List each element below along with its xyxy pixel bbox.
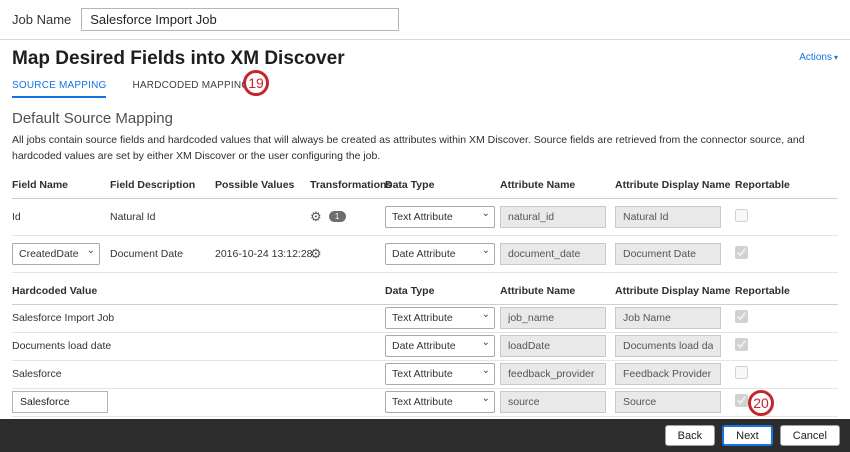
reportable-checkbox	[735, 246, 748, 259]
data-type-select-wrap: Text Attribute	[385, 391, 495, 413]
transformations-gear-icon[interactable]: ⚙	[310, 246, 322, 261]
field-name-select[interactable]: CreatedDate	[12, 243, 100, 265]
col-header-transformations: Transformations	[310, 179, 385, 191]
source-table-header-row: Field Name Field Description Possible Va…	[12, 173, 838, 199]
hardcoded-value-text: Salesforce	[12, 368, 385, 380]
tab-hardcoded-mapping[interactable]: HARDCODED MAPPING	[132, 80, 249, 98]
reportable-checkbox	[735, 394, 748, 407]
job-name-input[interactable]	[81, 8, 399, 31]
attribute-display-name-input	[615, 335, 721, 357]
col-header-data-type: Data Type	[385, 179, 500, 191]
col-header-attribute-name: Attribute Name	[500, 285, 615, 297]
attribute-display-name-input	[615, 307, 721, 329]
col-header-attribute-display-name: Attribute Display Name	[615, 285, 735, 297]
attribute-display-name-input	[615, 391, 721, 413]
transformations-gear-icon[interactable]: ⚙	[310, 209, 322, 224]
reportable-checkbox	[735, 310, 748, 323]
data-type-select[interactable]: Text Attribute	[385, 363, 495, 385]
col-header-field-description: Field Description	[110, 179, 215, 191]
hardcoded-value-text: Documents load date	[12, 340, 385, 352]
attribute-name-input	[500, 391, 606, 413]
job-name-bar: Job Name	[0, 0, 850, 40]
transformations-count-badge: 1	[329, 211, 346, 222]
attribute-name-input	[500, 243, 606, 265]
section-description: All jobs contain source fields and hardc…	[12, 133, 838, 165]
reportable-checkbox	[735, 338, 748, 351]
footer-bar: Back Next Cancel	[0, 419, 850, 452]
actions-label: Actions	[799, 52, 832, 63]
attribute-display-name-input	[615, 243, 721, 265]
source-table-row: CreatedDate Document Date 2016-10-24 13:…	[12, 236, 838, 273]
annotation-step-19: 19	[243, 70, 269, 96]
attribute-display-name-input	[615, 206, 721, 228]
data-type-select[interactable]: Text Attribute	[385, 391, 495, 413]
field-description-text: Document Date	[110, 248, 215, 260]
data-type-select-wrap: Text Attribute	[385, 307, 495, 329]
hardcoded-table-row: Text Attribute	[12, 389, 838, 417]
col-header-reportable: Reportable	[735, 179, 838, 191]
cancel-button[interactable]: Cancel	[780, 425, 840, 446]
data-type-select[interactable]: Date Attribute	[385, 335, 495, 357]
col-header-attribute-name: Attribute Name	[500, 179, 615, 191]
hardcoded-value-text: Salesforce Import Job	[12, 312, 385, 324]
reportable-checkbox	[735, 366, 748, 379]
hardcoded-table-header-row: Hardcoded Value Data Type Attribute Name…	[12, 279, 838, 305]
job-name-label: Job Name	[12, 12, 71, 27]
mapping-tabs: SOURCE MAPPING HARDCODED MAPPING	[12, 80, 838, 98]
hardcoded-table-row: Salesforce Text Attribute	[12, 361, 838, 389]
col-header-hardcoded-value: Hardcoded Value	[12, 285, 385, 297]
possible-values-text: 2016-10-24 13:12:28	[215, 248, 310, 260]
attribute-name-input	[500, 307, 606, 329]
caret-down-icon: ▾	[834, 53, 838, 62]
source-mapping-table: Field Name Field Description Possible Va…	[12, 173, 838, 273]
reportable-checkbox	[735, 209, 748, 222]
annotation-step-20: 20	[748, 390, 774, 416]
attribute-name-input	[500, 363, 606, 385]
data-type-select-wrap: Text Attribute	[385, 206, 495, 228]
tab-source-mapping[interactable]: SOURCE MAPPING	[12, 80, 106, 98]
hardcoded-value-input[interactable]	[12, 391, 108, 413]
next-button[interactable]: Next	[722, 425, 773, 446]
attribute-name-input	[500, 206, 606, 228]
attribute-name-input	[500, 335, 606, 357]
section-title: Default Source Mapping	[12, 110, 838, 127]
col-header-reportable: Reportable	[735, 285, 838, 297]
col-header-possible-values: Possible Values	[215, 179, 310, 191]
col-header-field-name: Field Name	[12, 179, 110, 191]
data-type-select[interactable]: Text Attribute	[385, 307, 495, 329]
back-button[interactable]: Back	[665, 425, 715, 446]
field-name-select-wrap: CreatedDate	[12, 243, 100, 265]
actions-menu[interactable]: Actions▾	[799, 52, 838, 63]
hardcoded-table-row: Salesforce Import Job Text Attribute	[12, 305, 838, 333]
attribute-display-name-input	[615, 363, 721, 385]
field-name-text: Id	[12, 211, 110, 223]
source-table-row: Id Natural Id ⚙ 1 Text Attribute	[12, 199, 838, 236]
data-type-select-wrap: Date Attribute	[385, 243, 495, 265]
data-type-select[interactable]: Text Attribute	[385, 206, 495, 228]
col-header-data-type: Data Type	[385, 285, 500, 297]
page-title: Map Desired Fields into XM Discover	[12, 48, 345, 70]
data-type-select-wrap: Date Attribute	[385, 335, 495, 357]
hardcoded-table-row: Documents load date Date Attribute	[12, 333, 838, 361]
field-description-text: Natural Id	[110, 211, 215, 223]
data-type-select[interactable]: Date Attribute	[385, 243, 495, 265]
main-content: Map Desired Fields into XM Discover Acti…	[0, 40, 850, 417]
hardcoded-mapping-table: Hardcoded Value Data Type Attribute Name…	[12, 279, 838, 417]
col-header-attribute-display-name: Attribute Display Name	[615, 179, 735, 191]
data-type-select-wrap: Text Attribute	[385, 363, 495, 385]
